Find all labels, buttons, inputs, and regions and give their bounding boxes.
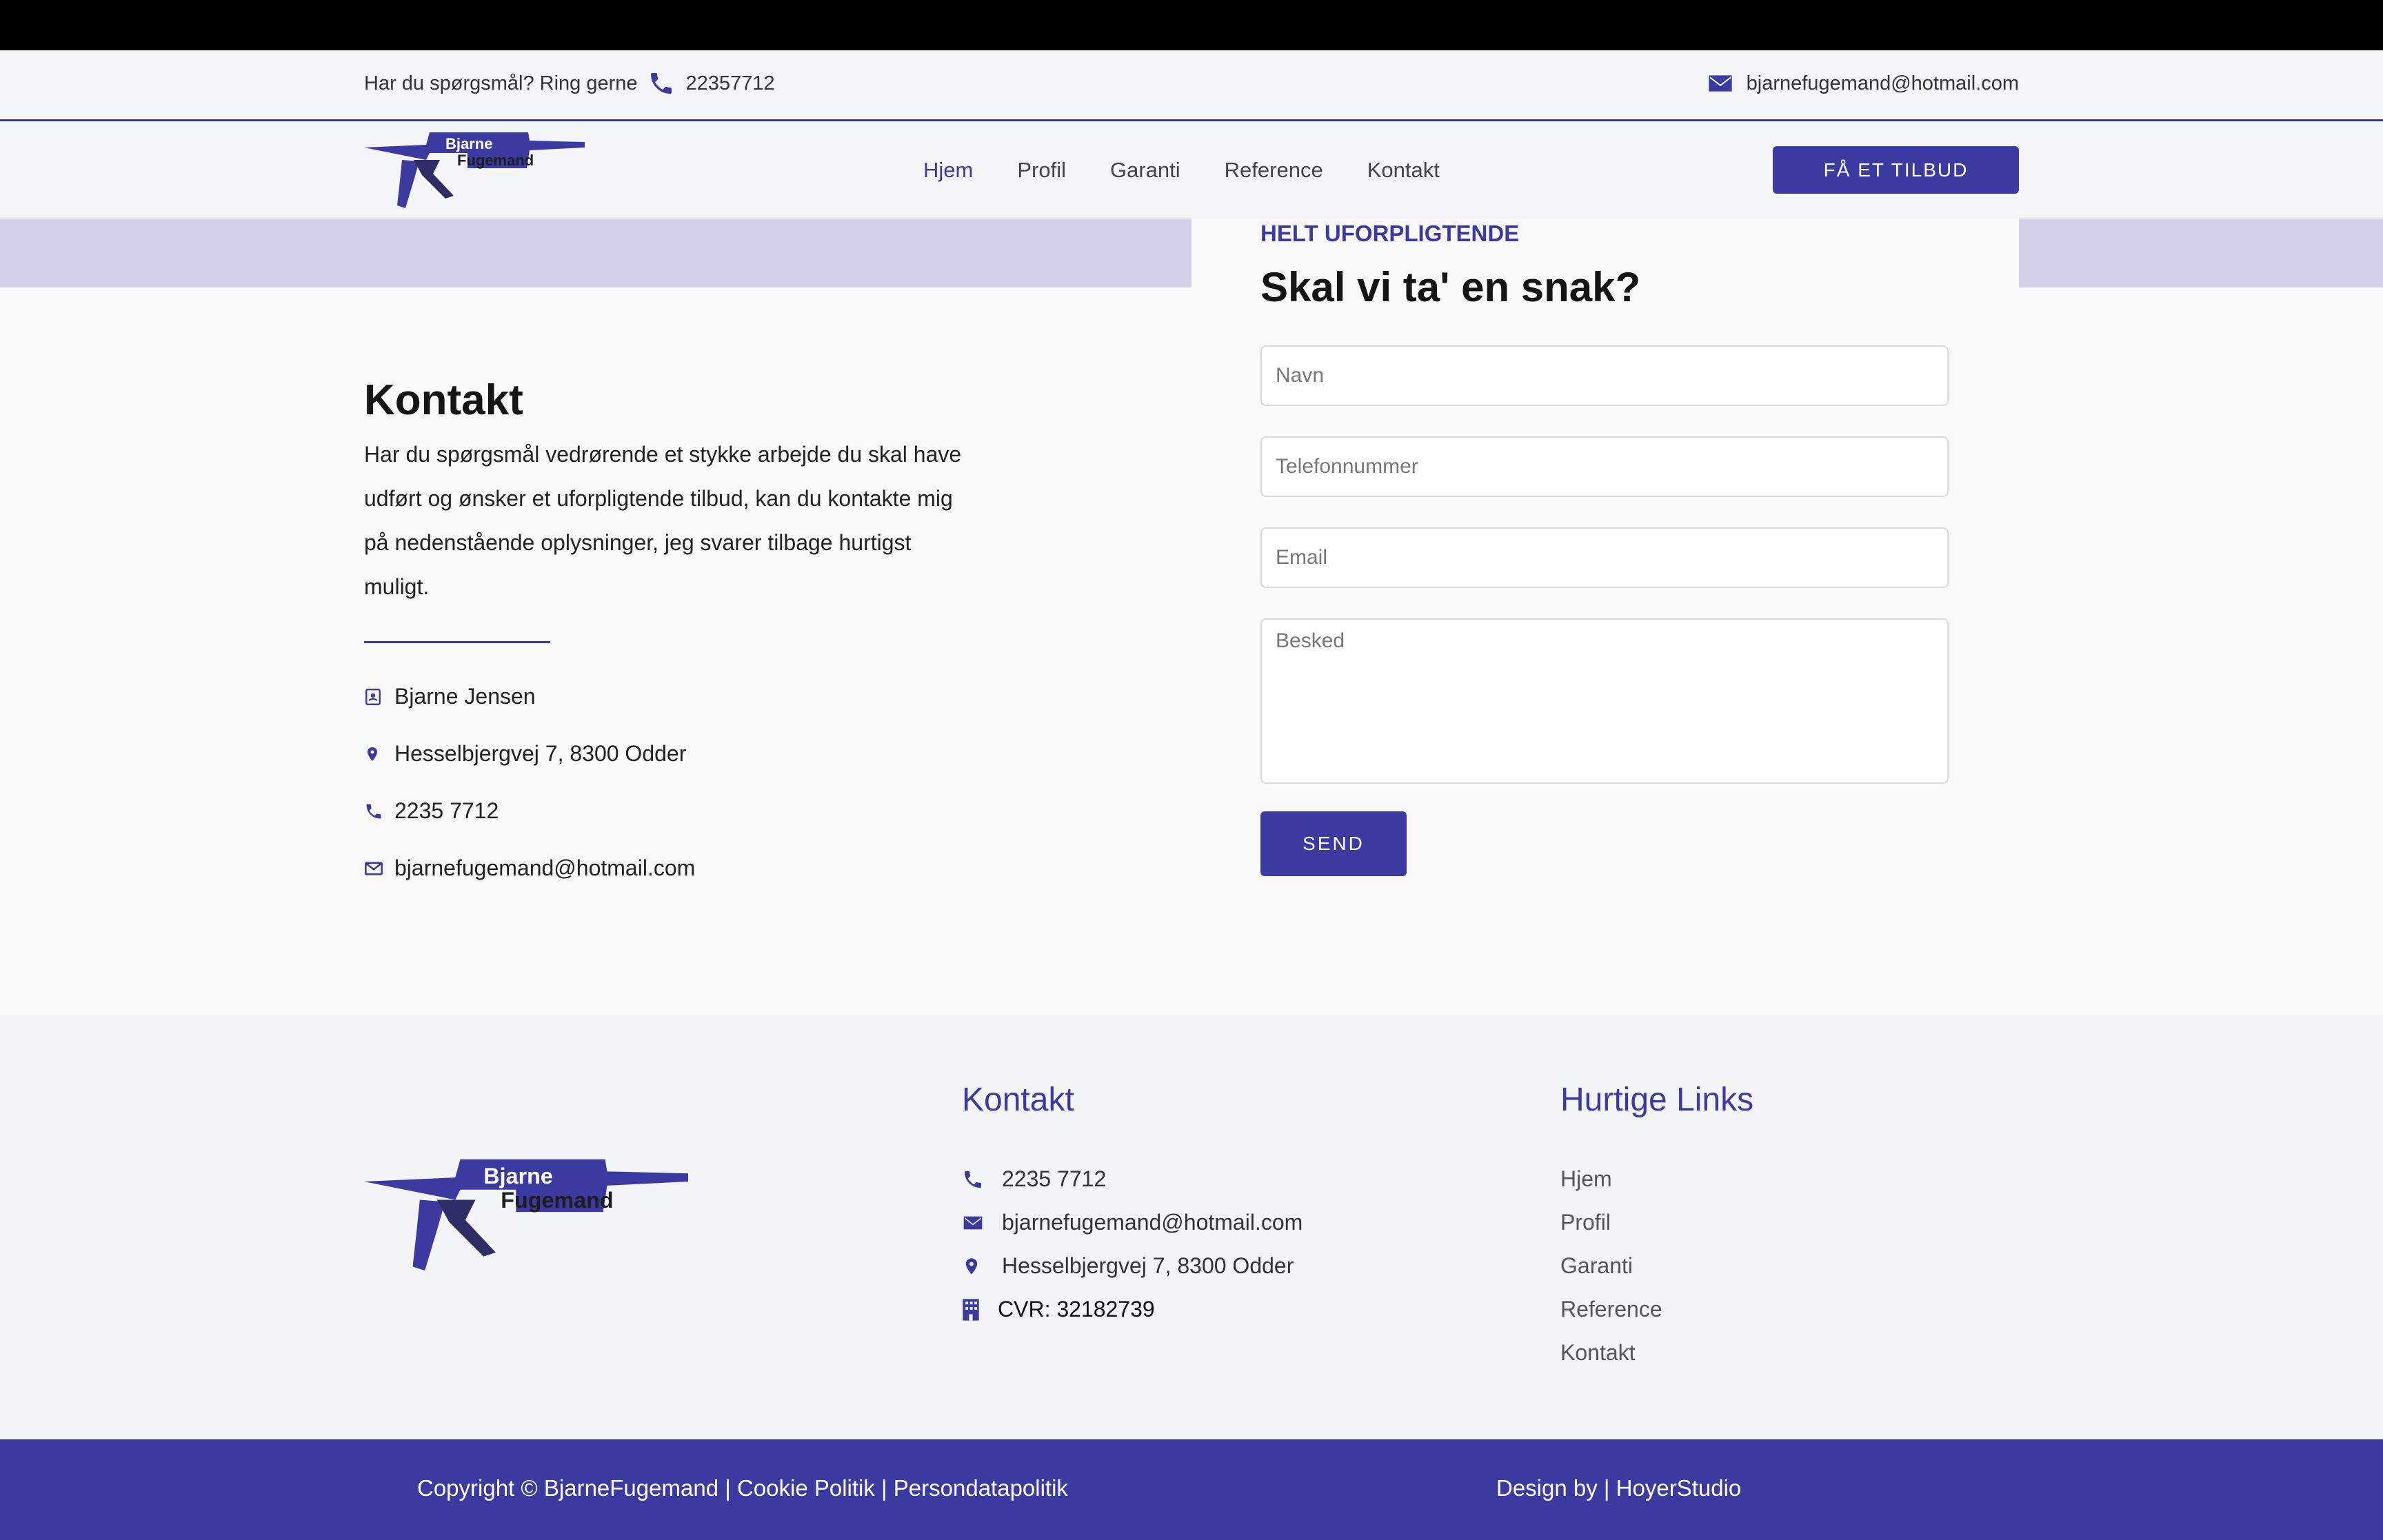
- divider: [364, 641, 550, 643]
- info-email[interactable]: bjarnefugemand@hotmail.com: [1707, 70, 2019, 97]
- footer-link-hjem[interactable]: Hjem: [1560, 1166, 1612, 1192]
- logo[interactable]: Bjarne Fugemand: [364, 132, 585, 212]
- footer-phone-text: 2235 7712: [1002, 1166, 1107, 1191]
- contact-phone[interactable]: 2235 7712: [364, 798, 499, 824]
- footer-links-heading: Hurtige Links: [1560, 1082, 1754, 1118]
- contact-email-text: bjarnefugemand@hotmail.com: [394, 855, 696, 880]
- envelope-icon: [1707, 70, 1734, 97]
- form-title: Skal vi ta' en snak?: [1260, 264, 1641, 310]
- contact-email[interactable]: bjarnefugemand@hotmail.com: [364, 855, 695, 881]
- nav-item-garanti[interactable]: Garanti: [1110, 158, 1180, 183]
- footer-logo[interactable]: Bjarne Fugemand: [364, 1158, 688, 1275]
- nav-item-reference[interactable]: Reference: [1225, 158, 1323, 183]
- nav-menu: Hjem Profil Garanti Reference Kontakt: [923, 121, 1440, 219]
- envelope-icon: [962, 1212, 1002, 1234]
- info-phone-number: 22357712: [685, 72, 775, 94]
- nav-item-hjem[interactable]: Hjem: [923, 158, 973, 183]
- footer-logo-line2: Fugemand: [501, 1188, 613, 1213]
- info-question: Har du spørgsmål? Ring gerne: [364, 72, 638, 94]
- form-kicker: HELT UFORPLIGTENDE: [1260, 221, 1520, 246]
- envelope-icon: [364, 859, 394, 878]
- phone-icon: [364, 802, 394, 821]
- contact-title: Kontakt: [364, 376, 523, 424]
- contact-address: Hesselbjergvej 7, 8300 Odder: [364, 741, 686, 767]
- logo-line1: Bjarne: [445, 135, 492, 152]
- nav-item-profil[interactable]: Profil: [1017, 158, 1066, 183]
- phone-icon: [962, 1168, 1002, 1191]
- footer-logo-line1: Bjarne: [483, 1164, 553, 1188]
- email-input[interactable]: Email: [1260, 527, 1949, 588]
- footer-email-text: bjarnefugemand@hotmail.com: [1002, 1210, 1303, 1235]
- send-button[interactable]: SEND: [1260, 811, 1407, 876]
- copyright-text[interactable]: Copyright © BjarneFugemand | Cookie Poli…: [417, 1475, 1068, 1501]
- footer-link-reference[interactable]: Reference: [1560, 1297, 1662, 1322]
- footer-cvr: CVR: 32182739: [962, 1297, 1155, 1322]
- name-input[interactable]: Navn: [1260, 345, 1949, 406]
- contact-card-icon: [364, 687, 394, 707]
- building-icon: [962, 1298, 998, 1321]
- info-phone[interactable]: Har du spørgsmål? Ring gerne 22357712: [364, 70, 775, 97]
- footer-address-text: Hesselbjergvej 7, 8300 Odder: [1002, 1253, 1294, 1278]
- contact-name: Bjarne Jensen: [364, 684, 536, 709]
- browser-top-bar: [0, 0, 2383, 50]
- contact-address-text: Hesselbjergvej 7, 8300 Odder: [394, 741, 687, 766]
- contact-phone-text: 2235 7712: [394, 798, 499, 823]
- footer-cvr-text: CVR: 32182739: [998, 1297, 1155, 1321]
- copyright-bar: Copyright © BjarneFugemand | Cookie Poli…: [0, 1439, 2383, 1540]
- phone-icon: [647, 70, 675, 97]
- footer-address: Hesselbjergvej 7, 8300 Odder: [962, 1253, 1294, 1279]
- design-credit[interactable]: Design by | HoyerStudio: [1496, 1475, 1741, 1501]
- message-textarea[interactable]: Besked: [1260, 618, 1949, 784]
- info-email-address: bjarnefugemand@hotmail.com: [1746, 72, 2019, 94]
- footer-email[interactable]: bjarnefugemand@hotmail.com: [962, 1210, 1303, 1235]
- get-offer-button[interactable]: FÅ ET TILBUD: [1773, 146, 2019, 194]
- phone-input[interactable]: Telefonnummer: [1260, 436, 1949, 497]
- footer-link-profil[interactable]: Profil: [1560, 1210, 1611, 1235]
- contact-description: Har du spørgsmål vedrørende et stykke ar…: [364, 442, 962, 599]
- footer-link-kontakt[interactable]: Kontakt: [1560, 1340, 1636, 1366]
- main-navigation: Bjarne Fugemand Hjem Profil Garanti Refe…: [0, 121, 2383, 219]
- map-pin-icon: [962, 1255, 1002, 1277]
- footer-contact-heading: Kontakt: [962, 1082, 1074, 1118]
- map-pin-icon: [364, 744, 394, 764]
- logo-line2: Fugemand: [457, 152, 534, 169]
- nav-item-kontakt[interactable]: Kontakt: [1367, 158, 1440, 183]
- info-bar: Har du spørgsmål? Ring gerne 22357712 bj…: [0, 50, 2383, 121]
- footer-link-garanti[interactable]: Garanti: [1560, 1253, 1633, 1279]
- footer-phone[interactable]: 2235 7712: [962, 1166, 1106, 1192]
- contact-name-text: Bjarne Jensen: [394, 684, 536, 709]
